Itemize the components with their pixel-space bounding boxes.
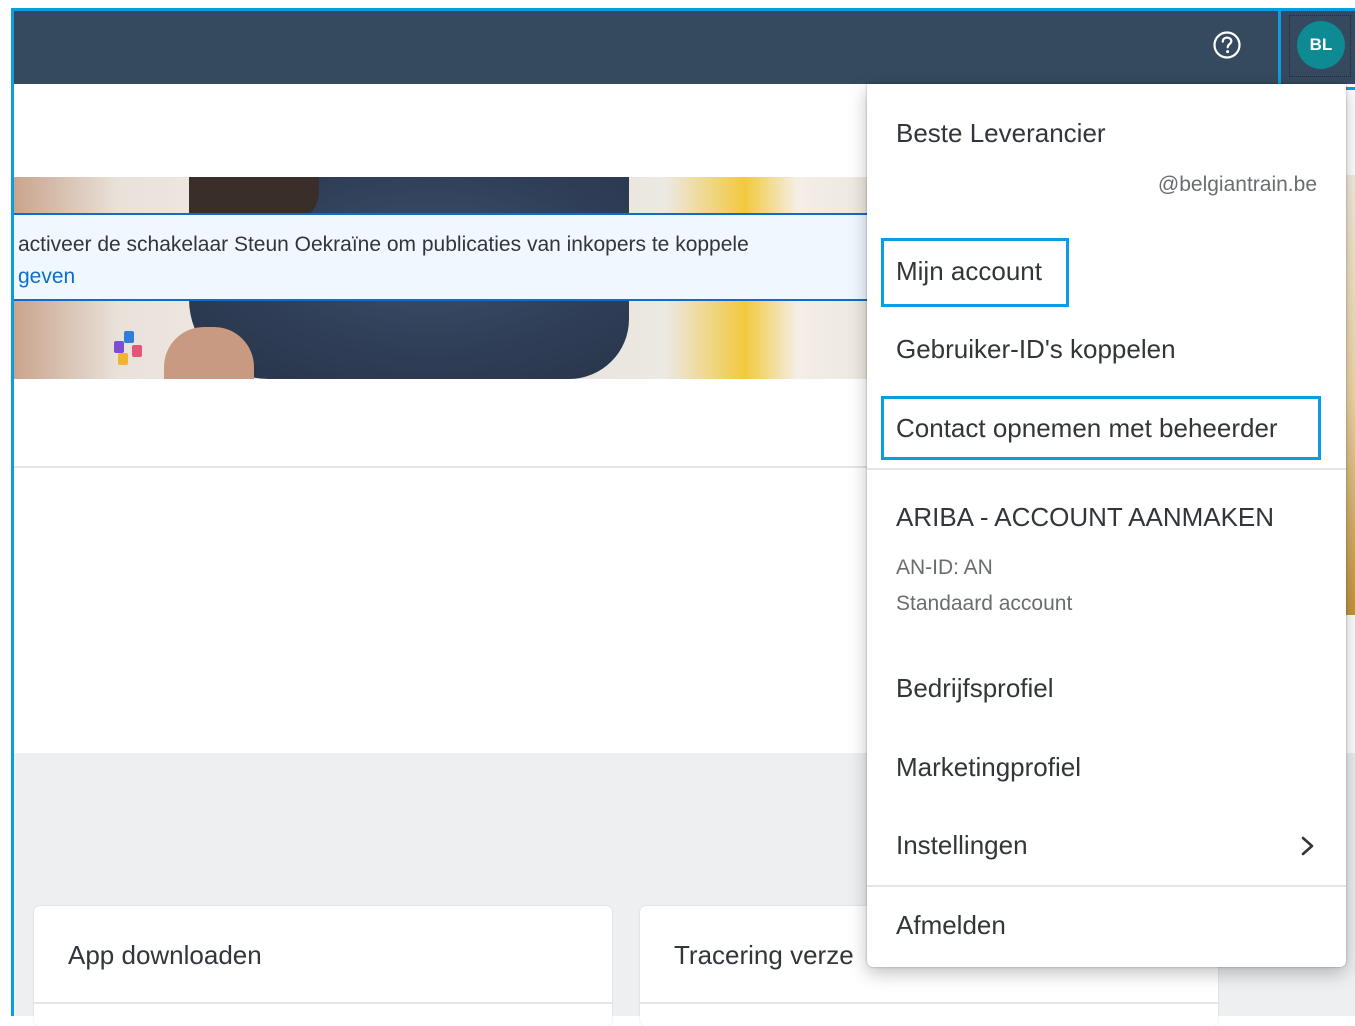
menu-item-logout[interactable]: Afmelden (896, 910, 1006, 941)
user-avatar-button[interactable]: BL (1297, 21, 1345, 69)
highlight-my-account (881, 238, 1069, 307)
chevron-right-icon[interactable] (1297, 836, 1317, 856)
toy-bricks (114, 327, 144, 367)
notice-link[interactable]: geven (18, 265, 75, 289)
menu-item-link-user-ids[interactable]: Gebruiker-ID's koppelen (896, 334, 1176, 365)
menu-item-company-profile[interactable]: Bedrijfsprofiel (896, 673, 1054, 704)
company-name: ARIBA - ACCOUNT AANMAKEN (896, 502, 1275, 532)
highlight-contact-admin (881, 396, 1321, 460)
user-email: @belgiantrain.be (1157, 173, 1317, 196)
tile-title: App downloaden (68, 940, 262, 970)
help-button[interactable] (1212, 30, 1242, 60)
menu-item-marketing-profile[interactable]: Marketingprofiel (896, 752, 1081, 783)
user-name: Beste Leverancier (896, 118, 1106, 148)
notice-text: activeer de schakelaar Steun Oekraïne om… (18, 233, 749, 256)
shell-bar (14, 11, 1355, 84)
ukraine-notice: activeer de schakelaar Steun Oekraïne om… (14, 213, 884, 301)
question-circle-icon (1213, 31, 1241, 59)
company-an-id: AN-ID: AN (896, 556, 993, 579)
screenshot-frame-left (0, 0, 14, 1016)
tile-app-download[interactable]: App downloaden (34, 906, 612, 1026)
menu-item-settings[interactable]: Instellingen (896, 830, 1028, 861)
section-divider (14, 466, 884, 468)
user-menu-popover: Beste Leverancier @belgiantrain.be Mijn … (867, 84, 1346, 967)
company-account-type: Standaard account (896, 592, 1073, 615)
tile-title: Tracering verze (674, 940, 854, 970)
